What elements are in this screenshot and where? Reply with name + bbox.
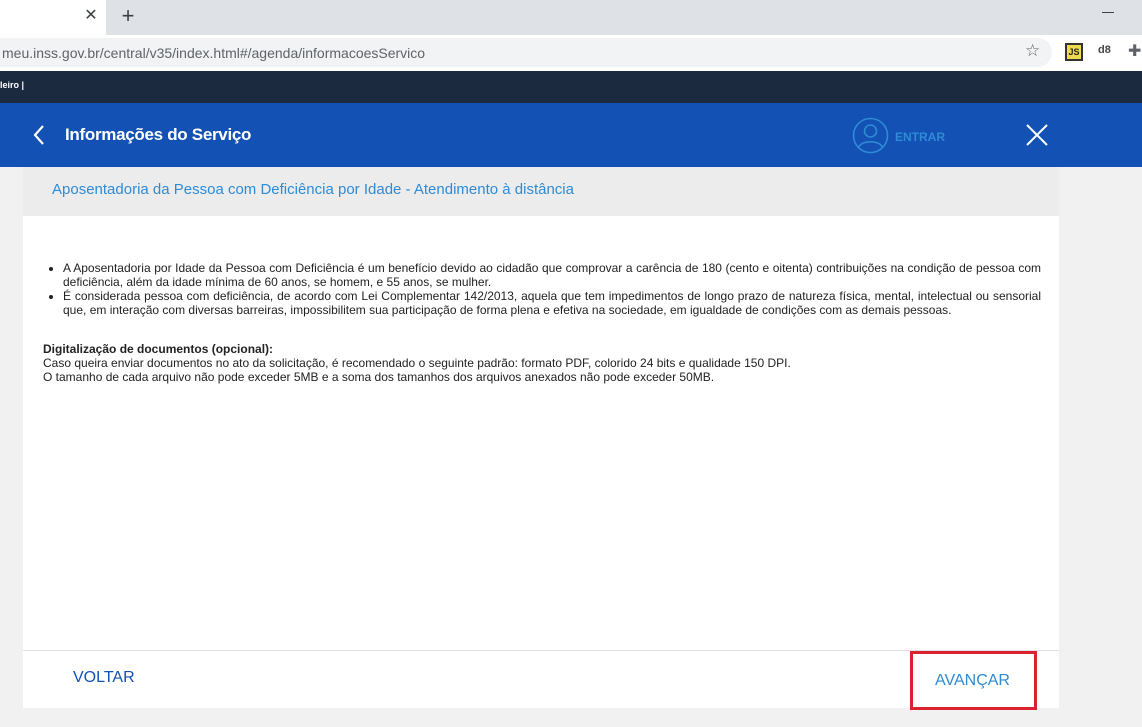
url-text[interactable]: meu.inss.gov.br/central/v35/index.html#/… — [2, 45, 425, 61]
login-button[interactable]: ENTRAR — [852, 117, 948, 155]
service-title: Aposentadoria da Pessoa com Deficiência … — [52, 181, 574, 198]
back-button[interactable]: VOLTAR — [73, 669, 135, 687]
next-button-label: AVANÇAR — [935, 672, 1010, 689]
service-info-card: Aposentadoria da Pessoa com Deficiência … — [23, 167, 1059, 710]
card-footer: VOLTAR AVANÇAR — [23, 650, 1059, 710]
list-item: A Aposentadoria por Idade da Pessoa com … — [63, 261, 1041, 289]
documents-title: Digitalização de documentos (opcional): — [43, 342, 274, 356]
address-bar[interactable]: meu.inss.gov.br/central/v35/index.html#/… — [0, 38, 1052, 67]
app-header: Informações do Serviço ENTRAR — [0, 103, 1142, 167]
minimize-window-icon[interactable] — [1102, 12, 1114, 13]
service-description: A Aposentadoria por Idade da Pessoa com … — [43, 261, 1041, 384]
db-extension-icon[interactable]: d8 — [1098, 44, 1111, 56]
gov-bar: leiro | — [0, 71, 1142, 103]
browser-tab[interactable]: ✕ — [0, 0, 106, 35]
info-list: A Aposentadoria por Idade da Pessoa com … — [63, 261, 1041, 317]
page-title: Informações do Serviço — [65, 125, 252, 144]
card-header: Aposentadoria da Pessoa com Deficiência … — [23, 167, 1059, 216]
bookmark-star-icon[interactable]: ☆ — [1025, 41, 1040, 61]
login-label: ENTRAR — [895, 130, 945, 144]
close-tab-icon[interactable]: ✕ — [82, 7, 100, 25]
user-icon — [852, 117, 889, 154]
documents-format-text: Caso queira enviar documentos no ato da … — [43, 356, 791, 370]
browser-toolbar: meu.inss.gov.br/central/v35/index.html#/… — [0, 35, 1142, 71]
close-icon[interactable] — [1025, 123, 1049, 147]
chevron-left-icon[interactable] — [30, 123, 50, 147]
next-button[interactable]: AVANÇAR — [910, 651, 1037, 710]
list-item: É considerada pessoa com deficiência, de… — [63, 289, 1041, 317]
gov-bar-text[interactable]: leiro | — [0, 80, 24, 90]
javascript-extension-icon[interactable]: JS — [1065, 43, 1083, 61]
new-tab-icon[interactable]: + — [118, 5, 138, 27]
documents-size-text: O tamanho de cada arquivo não pode exced… — [43, 370, 715, 384]
extensions-puzzle-icon[interactable]: ✚ — [1128, 41, 1141, 61]
documents-section: Digitalização de documentos (opcional): … — [43, 342, 1041, 384]
browser-tab-bar: ✕ + — [0, 0, 1142, 35]
